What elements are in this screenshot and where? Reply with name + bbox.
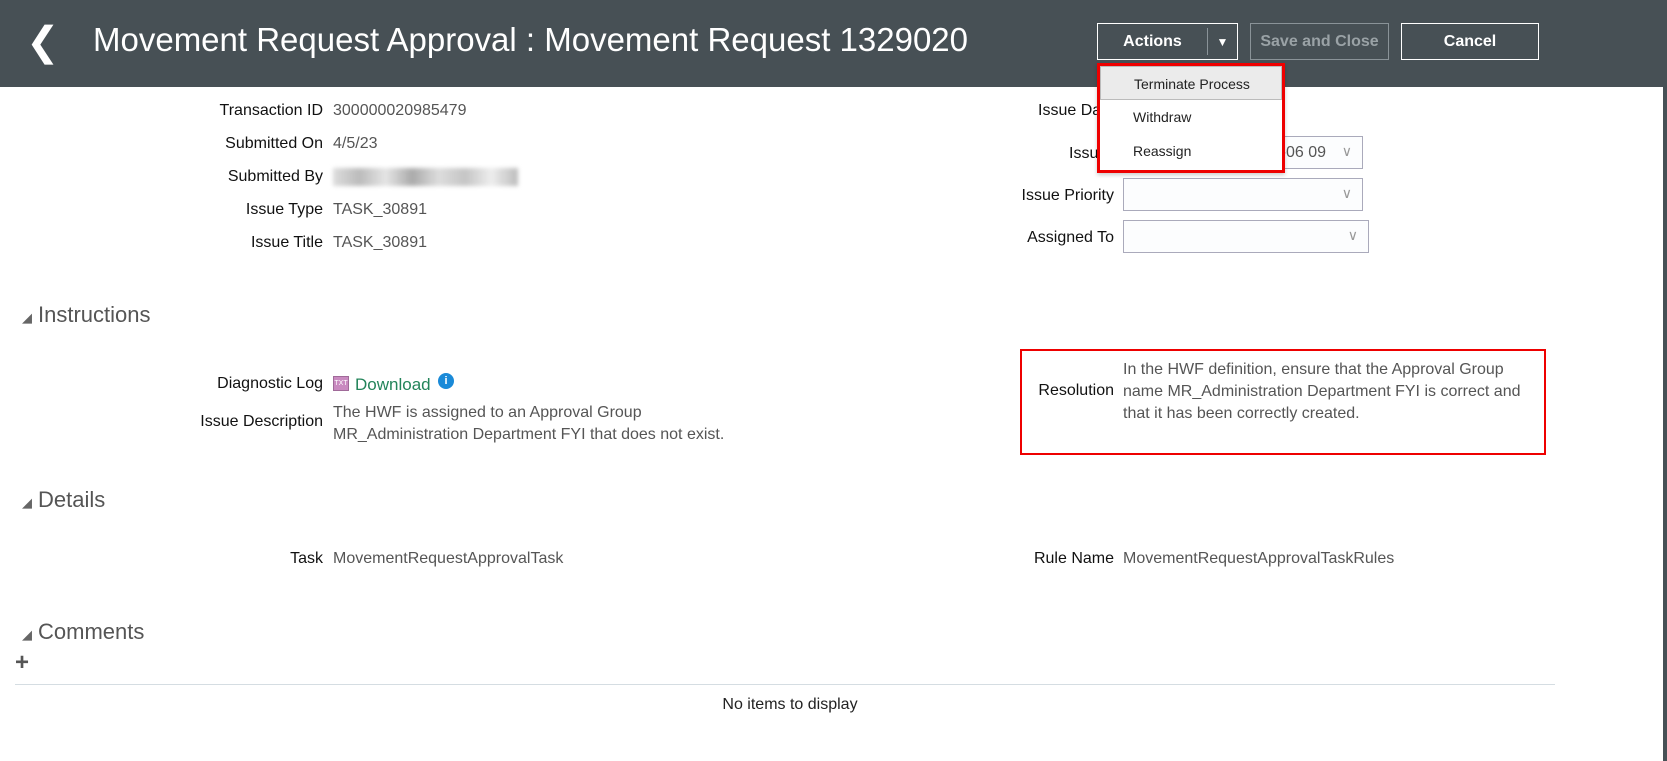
back-icon[interactable]: ❮ bbox=[26, 18, 60, 66]
res-line: In the HWF definition, ensure that the A… bbox=[1123, 361, 1504, 378]
issue-priority-label: Issue Priority bbox=[1021, 187, 1114, 204]
caret-down-icon[interactable]: ▼ bbox=[1207, 28, 1237, 55]
scrollbar[interactable] bbox=[1663, 87, 1667, 761]
desc-line: The HWF is assigned to an Approval Group bbox=[333, 404, 642, 421]
issue-title-value: TASK_30891 bbox=[333, 234, 427, 251]
issue-label: Issu bbox=[1069, 145, 1099, 162]
issue-title-label: Issue Title bbox=[250, 234, 323, 251]
chevron-down-icon: ∨ bbox=[1347, 227, 1358, 243]
chevron-down-icon: ∨ bbox=[1341, 185, 1352, 201]
issue-description-label: Issue Description bbox=[200, 413, 323, 430]
rule-name-value: MovementRequestApprovalTaskRules bbox=[1123, 550, 1395, 567]
menu-item-terminate-process[interactable]: Terminate Process bbox=[1100, 66, 1282, 100]
diagnostic-log-label: Diagnostic Log bbox=[217, 375, 323, 392]
submitted-by-redacted bbox=[333, 168, 518, 186]
transaction-id-value: 300000020985479 bbox=[333, 102, 467, 119]
assigned-to-label: Assigned To bbox=[1027, 229, 1114, 246]
empty-comments-message: No items to display bbox=[722, 696, 858, 713]
collapse-triangle-icon: ◢ bbox=[22, 495, 32, 510]
issue-date-label: Issue Da bbox=[1038, 102, 1102, 119]
res-line: name MR_Administration Department FYI is… bbox=[1123, 383, 1521, 400]
instructions-section-header[interactable]: ◢ Instructions bbox=[22, 302, 151, 328]
submitted-on-value: 4/5/23 bbox=[333, 135, 378, 152]
txt-file-icon: TXT bbox=[333, 376, 349, 391]
collapse-triangle-icon: ◢ bbox=[22, 310, 32, 325]
task-label: Task bbox=[290, 550, 323, 567]
res-line: that it has been correctly created. bbox=[1123, 405, 1360, 422]
details-section-header[interactable]: ◢ Details bbox=[22, 487, 105, 513]
submitted-by-label: Submitted By bbox=[227, 168, 323, 185]
menu-item-reassign[interactable]: Reassign bbox=[1100, 134, 1282, 168]
comments-title: Comments bbox=[38, 619, 145, 644]
actions-menu: Terminate Process Withdraw Reassign bbox=[1097, 63, 1285, 173]
cancel-button[interactable]: Cancel bbox=[1401, 23, 1539, 60]
resolution-value: In the HWF definition, ensure that the A… bbox=[1123, 359, 1520, 425]
issue-description-value: The HWF is assigned to an Approval Group… bbox=[333, 402, 724, 446]
chevron-down-icon: ∨ bbox=[1341, 143, 1352, 159]
task-value: MovementRequestApprovalTask bbox=[333, 550, 564, 567]
actions-button[interactable]: Actions ▼ bbox=[1097, 23, 1238, 60]
rule-name-label: Rule Name bbox=[1033, 550, 1114, 567]
issue-type-value: TASK_30891 bbox=[333, 201, 427, 218]
page-title: Movement Request Approval : Movement Req… bbox=[93, 21, 969, 58]
comments-section-header[interactable]: ◢ Comments bbox=[22, 619, 144, 645]
issue-priority-select[interactable]: ∨ bbox=[1123, 178, 1363, 211]
details-title: Details bbox=[38, 487, 106, 512]
add-comment-icon[interactable]: + bbox=[15, 649, 29, 677]
submitted-on-label: Submitted On bbox=[225, 135, 323, 152]
actions-label: Actions bbox=[1123, 32, 1182, 50]
page-header: ❮ Movement Request Approval : Movement R… bbox=[0, 0, 1667, 87]
issue-type-label: Issue Type bbox=[245, 201, 323, 218]
resolution-label: Resolution bbox=[1038, 382, 1114, 399]
desc-line: MR_Administration Department FYI that do… bbox=[333, 426, 725, 443]
download-link[interactable]: Download bbox=[355, 375, 431, 395]
divider bbox=[15, 684, 1555, 685]
instructions-title: Instructions bbox=[38, 302, 151, 327]
menu-item-withdraw[interactable]: Withdraw bbox=[1100, 100, 1282, 134]
assigned-to-select[interactable]: ∨ bbox=[1123, 220, 1369, 253]
collapse-triangle-icon: ◢ bbox=[22, 627, 32, 642]
issue-select-value: -06 09 bbox=[1280, 144, 1326, 161]
info-icon[interactable]: i bbox=[438, 373, 454, 389]
transaction-id-label: Transaction ID bbox=[219, 102, 323, 119]
save-and-close-button[interactable]: Save and Close bbox=[1250, 23, 1389, 60]
